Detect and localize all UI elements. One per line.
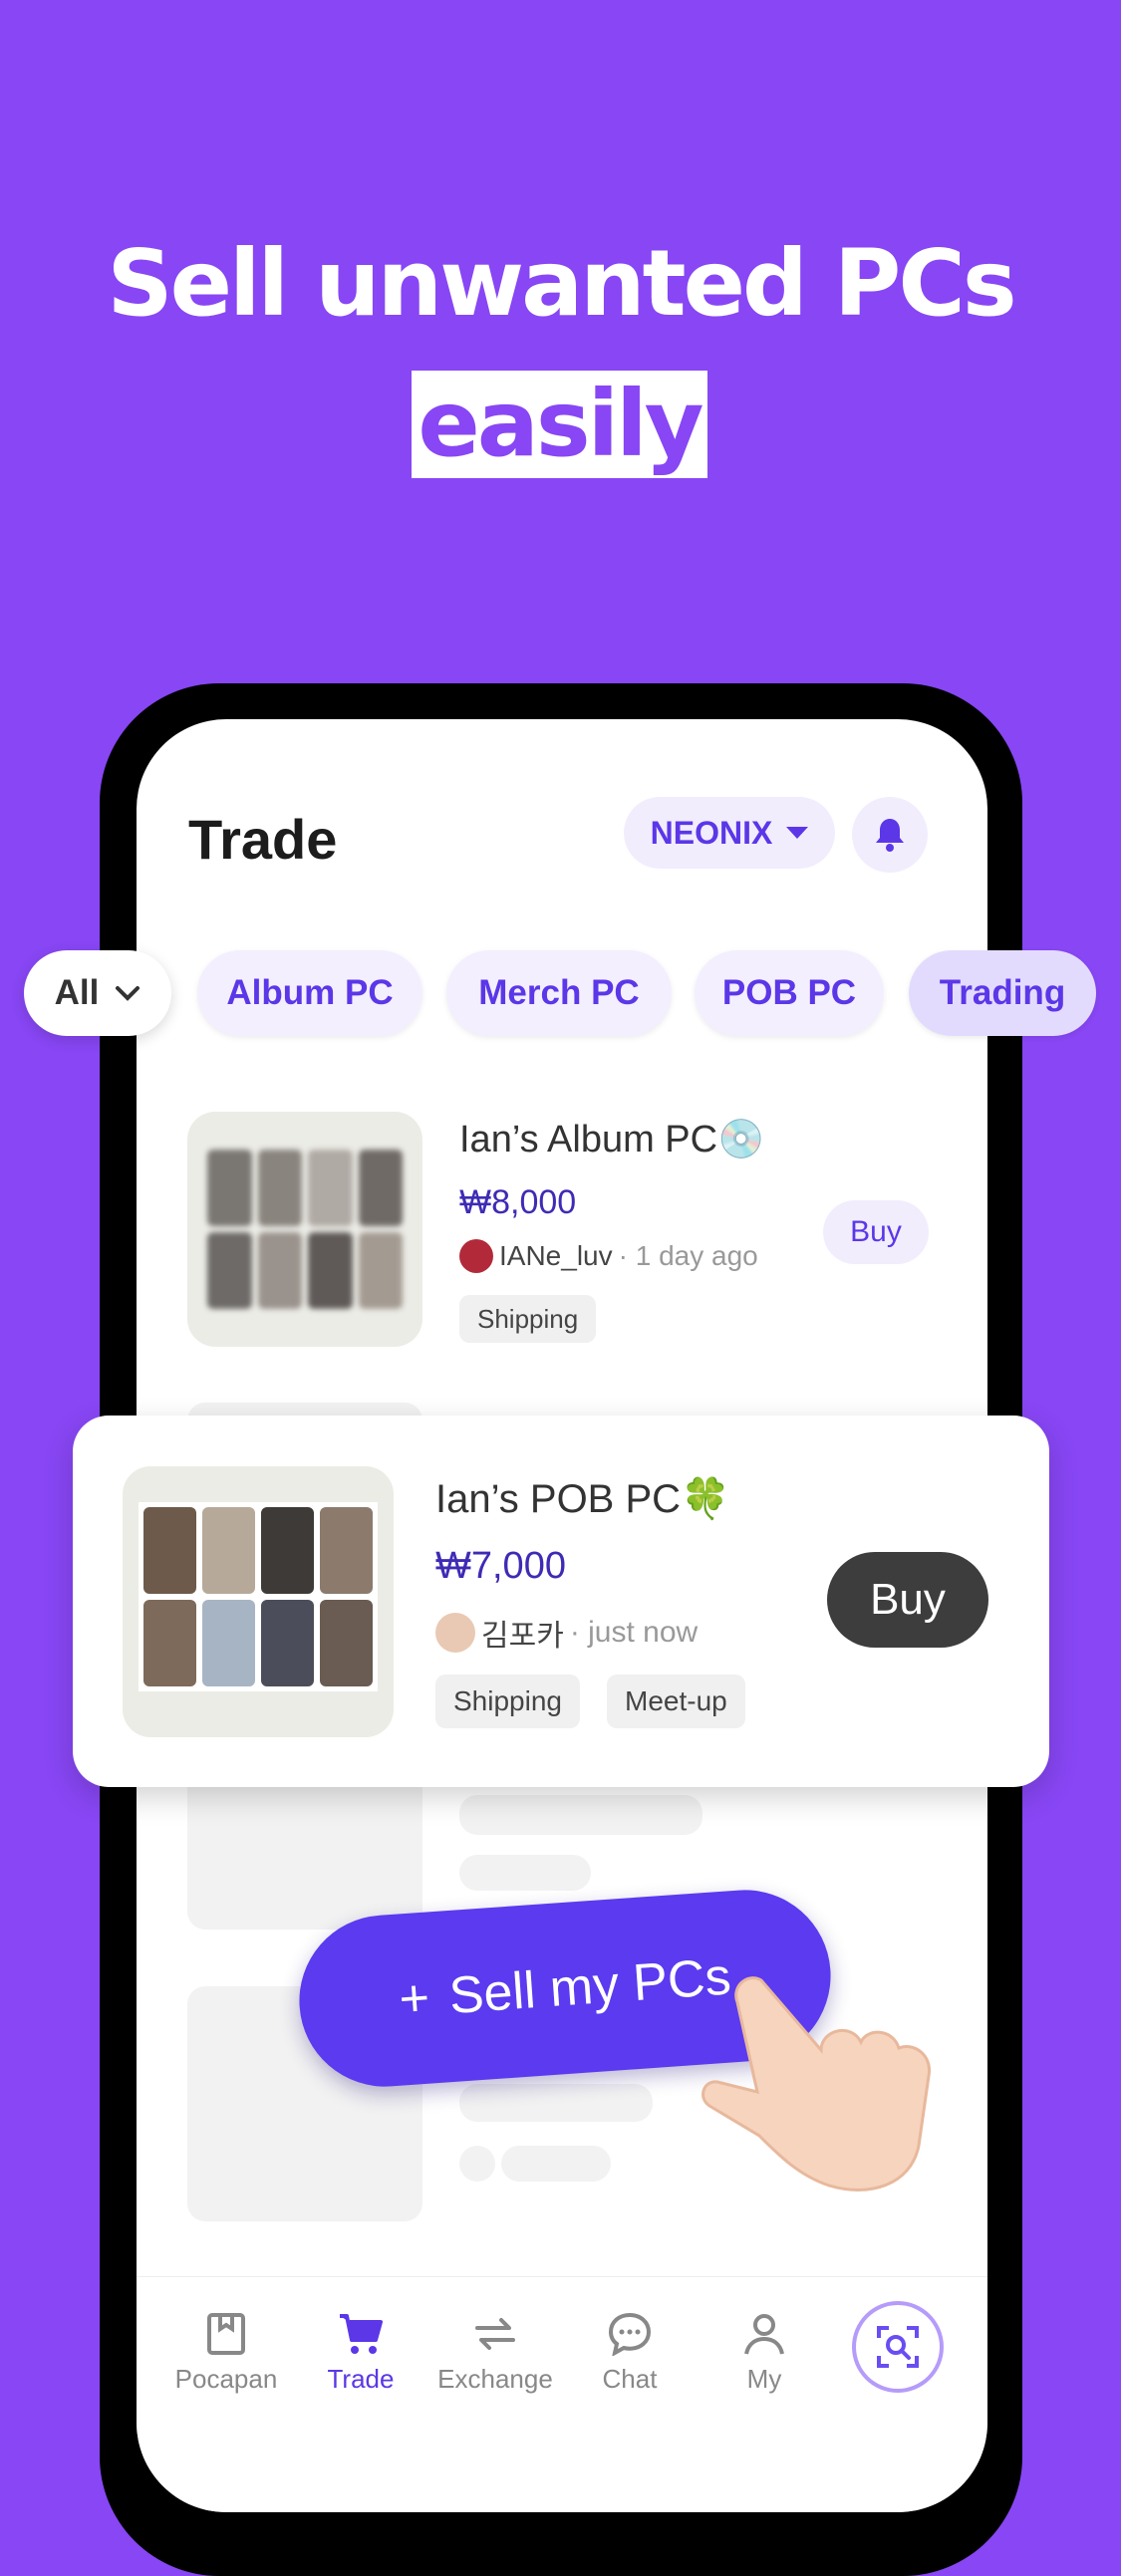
listing-time: · just now <box>569 1616 699 1649</box>
skeleton-line <box>459 1795 702 1835</box>
pointing-hand-icon <box>701 1976 931 2191</box>
tag-shipping: Shipping <box>435 1674 580 1728</box>
skeleton-line <box>459 2084 653 2122</box>
listing2-price: ₩7,000 <box>435 1545 566 1587</box>
seller-name: IANe_luv <box>499 1240 613 1271</box>
filter-pob-pc[interactable]: POB PC <box>695 950 884 1036</box>
listing2-seller: 김포카 · just now <box>435 1611 698 1655</box>
filter-album-pc[interactable]: Album PC <box>197 950 422 1036</box>
chevron-down-icon <box>116 986 140 1001</box>
tab-label: Pocapan <box>174 2364 278 2394</box>
bell-icon <box>876 819 904 852</box>
exchange-icon <box>475 2318 515 2350</box>
avatar <box>435 1613 475 1653</box>
artist-selector[interactable]: NEONIX <box>624 797 835 869</box>
listing-time: · 1 day ago <box>618 1240 758 1271</box>
filter-merch-pc[interactable]: Merch PC <box>446 950 672 1036</box>
artist-label: NEONIX <box>650 814 773 851</box>
listing1-price: ₩8,000 <box>459 1183 577 1221</box>
plus-icon: + <box>397 1968 431 2029</box>
avatar <box>459 1239 493 1273</box>
listing2-card[interactable]: Ian’s POB PC🍀 ₩7,000 김포카 · just now Ship… <box>73 1416 1049 1787</box>
notification-button[interactable] <box>852 797 928 873</box>
tab-pocapan[interactable]: Pocapan <box>166 2312 286 2395</box>
tab-trade[interactable]: Trade <box>301 2312 420 2395</box>
caret-down-icon <box>786 827 809 839</box>
listing1-seller: IANe_luv · 1 day ago <box>459 1239 758 1273</box>
filter-trading[interactable]: Trading <box>909 950 1096 1036</box>
tab-label: Trade <box>327 2364 395 2394</box>
scan-button[interactable] <box>856 2305 940 2389</box>
listing1-title[interactable]: Ian’s Album PC💿 <box>459 1118 764 1161</box>
sell-label: Sell my PCs <box>446 1947 733 2026</box>
listing1-image[interactable] <box>187 1112 422 1347</box>
filter-all[interactable]: All <box>24 950 171 1036</box>
skeleton-line <box>459 1855 591 1891</box>
listing1-buy-button[interactable]: Buy <box>823 1200 929 1264</box>
tab-label: My <box>746 2364 782 2394</box>
album-icon <box>207 2313 245 2355</box>
tab-label: Exchange <box>437 2364 553 2394</box>
tab-my[interactable]: My <box>704 2312 824 2395</box>
tab-label: Chat <box>602 2364 658 2394</box>
scan-search-icon <box>877 2326 919 2368</box>
skeleton-line <box>459 2146 495 2182</box>
tab-bar: Pocapan Trade Exchange Chat My <box>137 2276 987 2512</box>
headline-line1: Sell unwanted PCs <box>107 230 1016 337</box>
tag-shipping: Shipping <box>459 1295 597 1343</box>
skeleton-line <box>501 2146 611 2182</box>
listing2-title[interactable]: Ian’s POB PC🍀 <box>435 1475 730 1522</box>
listing2-buy-button[interactable]: Buy <box>827 1552 988 1648</box>
seller-name: 김포카 <box>481 1620 564 1653</box>
chat-icon <box>608 2312 652 2356</box>
page-title: Trade <box>188 808 338 871</box>
listing2-image[interactable] <box>123 1466 394 1737</box>
tab-exchange[interactable]: Exchange <box>435 2312 555 2395</box>
cart-icon <box>340 2314 383 2354</box>
user-icon <box>744 2314 784 2355</box>
skeleton-item <box>187 1765 422 1930</box>
filter-label: All <box>54 973 100 1012</box>
tab-chat[interactable]: Chat <box>570 2312 690 2395</box>
tag-meet-up: Meet-up <box>607 1674 745 1728</box>
headline-line2: easily <box>412 371 707 478</box>
